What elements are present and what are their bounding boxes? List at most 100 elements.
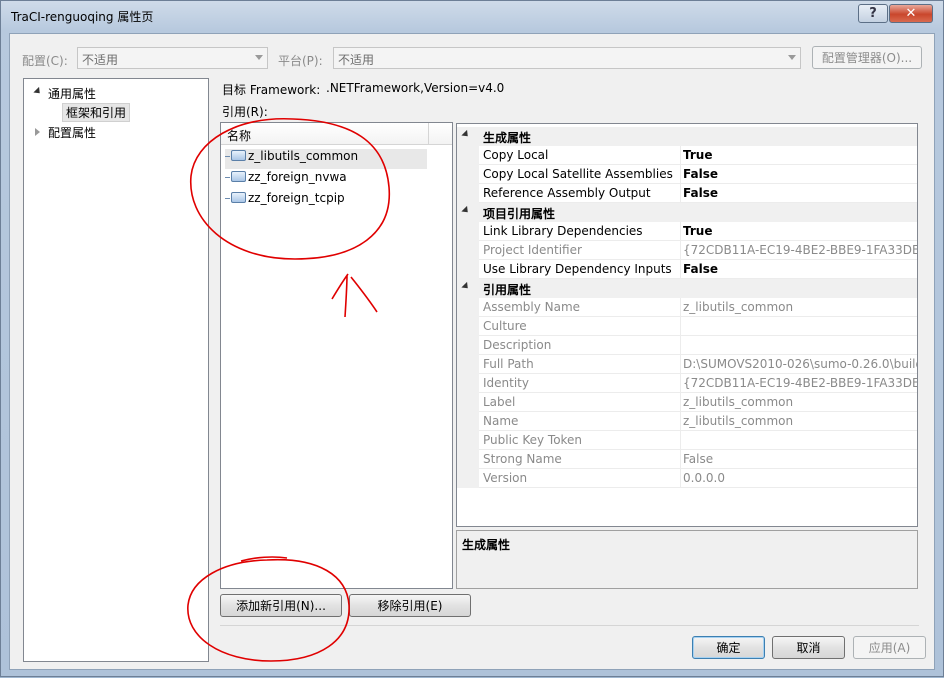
property-row[interactable]: Copy Local Satellite Assemblies False [457, 165, 917, 184]
list-item[interactable]: z_libutils_common [225, 149, 427, 169]
property-name: Full Path [483, 357, 534, 371]
category-name: 项目引用属性 [483, 207, 556, 221]
config-select-value: 不适用 [82, 53, 119, 67]
cancel-button[interactable]: 取消 [772, 636, 845, 659]
property-name: Label [483, 395, 516, 409]
property-row[interactable]: Public Key Token [457, 431, 917, 450]
property-value[interactable]: True [683, 148, 917, 162]
property-row[interactable]: Label z_libutils_common [457, 393, 917, 412]
property-row[interactable]: Strong Name False [457, 450, 917, 469]
property-value: 0.0.0.0 [683, 471, 725, 485]
property-name: Reference Assembly Output [483, 186, 651, 200]
platform-select[interactable]: 不适用 [333, 47, 801, 69]
list-item[interactable]: zz_foreign_tcpip [225, 191, 345, 211]
row-gutter [457, 431, 479, 450]
property-value: z_libutils_common [683, 395, 794, 409]
property-category[interactable]: 生成属性 [457, 127, 917, 146]
column-divider [680, 298, 681, 317]
add-reference-button[interactable]: 添加新引用(N)... [220, 594, 342, 617]
column-header-name[interactable]: 名称 [227, 127, 251, 144]
property-value: z_libutils_common [683, 300, 794, 314]
column-divider [680, 241, 681, 260]
references-list[interactable]: 名称 z_libutils_common zz_foreign_nvwa zz_… [220, 122, 453, 589]
collapse-triangle-icon[interactable] [35, 128, 40, 136]
config-select[interactable]: 不适用 [77, 47, 268, 69]
target-framework-label: 目标 Framework: [222, 83, 321, 97]
property-grid[interactable]: 生成属性 Copy Local True Copy Local Satellite A… [456, 123, 918, 527]
reference-name: zz_foreign_tcpip [248, 191, 345, 205]
property-row[interactable]: Link Library Dependencies True [457, 222, 917, 241]
property-value[interactable]: False [683, 167, 917, 181]
category-name: 引用属性 [483, 283, 532, 297]
property-value: {72CDB11A-EC19-4BE2-BBE9-1FA33DEC0 [683, 376, 917, 390]
platform-select-value: 不适用 [338, 53, 375, 67]
help-button[interactable]: ? [858, 4, 888, 23]
reference-name: zz_foreign_nvwa [248, 170, 347, 184]
list-header: 名称 [221, 123, 452, 145]
row-gutter [457, 222, 479, 241]
property-category[interactable]: 引用属性 [457, 279, 917, 298]
property-row[interactable]: Identity {72CDB11A-EC19-4BE2-BBE9-1FA33DE… [457, 374, 917, 393]
row-gutter [457, 317, 479, 336]
project-reference-icon [231, 150, 246, 161]
ok-button[interactable]: 确定 [692, 636, 765, 659]
references-label: 引用(R): [222, 105, 268, 119]
property-row[interactable]: Assembly Name z_libutils_common [457, 298, 917, 317]
column-divider [680, 260, 681, 279]
property-category[interactable]: 项目引用属性 [457, 203, 917, 222]
expand-triangle-icon[interactable] [33, 86, 43, 97]
config-label: 配置(C): [22, 54, 68, 68]
config-manager-button[interactable]: 配置管理器(O)... [812, 46, 922, 69]
row-divider [479, 487, 917, 488]
project-reference-icon [231, 192, 246, 203]
property-value[interactable]: False [683, 186, 917, 200]
row-gutter [457, 241, 479, 260]
property-row[interactable]: Full Path D:\SUMOVS2010-026\sumo-0.26.0\b… [457, 355, 917, 374]
apply-button[interactable]: 应用(A) [853, 636, 926, 659]
property-name: Copy Local Satellite Assemblies [483, 167, 673, 181]
property-name: Strong Name [483, 452, 562, 466]
property-description-pane: 生成属性 [456, 530, 918, 589]
close-button[interactable]: ✕ [889, 4, 933, 23]
remove-reference-button[interactable]: 移除引用(E) [349, 594, 471, 617]
tree-item-label: 框架和引用 [62, 103, 131, 122]
tree-item-label: 通用属性 [48, 87, 97, 101]
column-divider [680, 222, 681, 241]
property-value: z_libutils_common [683, 414, 794, 428]
properties-dialog: TraCI-renguoqing 属性页 ? ✕ 配置(C): 不适用 平台(P… [0, 0, 944, 677]
property-row[interactable]: Reference Assembly Output False [457, 184, 917, 203]
row-gutter [457, 355, 479, 374]
project-reference-icon [231, 171, 246, 182]
collapse-triangle-icon[interactable] [461, 205, 471, 216]
property-value[interactable]: False [683, 262, 917, 276]
row-gutter [457, 184, 479, 203]
row-gutter [457, 298, 479, 317]
property-value[interactable]: True [683, 224, 917, 238]
column-divider [680, 393, 681, 412]
row-gutter [457, 450, 479, 469]
title-bar[interactable]: TraCI-renguoqing 属性页 ? ✕ [1, 1, 943, 29]
property-row[interactable]: Use Library Dependency Inputs False [457, 260, 917, 279]
collapse-triangle-icon[interactable] [461, 129, 471, 140]
property-row[interactable]: Project Identifier {72CDB11A-EC19-4BE2-BB… [457, 241, 917, 260]
property-name: Name [483, 414, 519, 428]
collapse-triangle-icon[interactable] [461, 281, 471, 292]
property-name: Project Identifier [483, 243, 582, 257]
property-row[interactable]: Version 0.0.0.0 [457, 469, 917, 488]
column-divider [680, 450, 681, 469]
column-divider [680, 469, 681, 488]
row-gutter [457, 336, 479, 355]
settings-tree[interactable]: 通用属性 框架和引用 配置属性 [23, 78, 209, 662]
property-name: Public Key Token [483, 433, 583, 447]
column-divider [680, 374, 681, 393]
property-row[interactable]: Name z_libutils_common [457, 412, 917, 431]
property-row[interactable]: Culture [457, 317, 917, 336]
property-row[interactable]: Description [457, 336, 917, 355]
row-gutter [457, 374, 479, 393]
list-item[interactable]: zz_foreign_nvwa [225, 170, 347, 190]
connector-icon [225, 156, 230, 157]
window-title: TraCI-renguoqing 属性页 [11, 10, 154, 24]
row-gutter [457, 393, 479, 412]
column-divider [680, 165, 681, 184]
property-row[interactable]: Copy Local True [457, 146, 917, 165]
